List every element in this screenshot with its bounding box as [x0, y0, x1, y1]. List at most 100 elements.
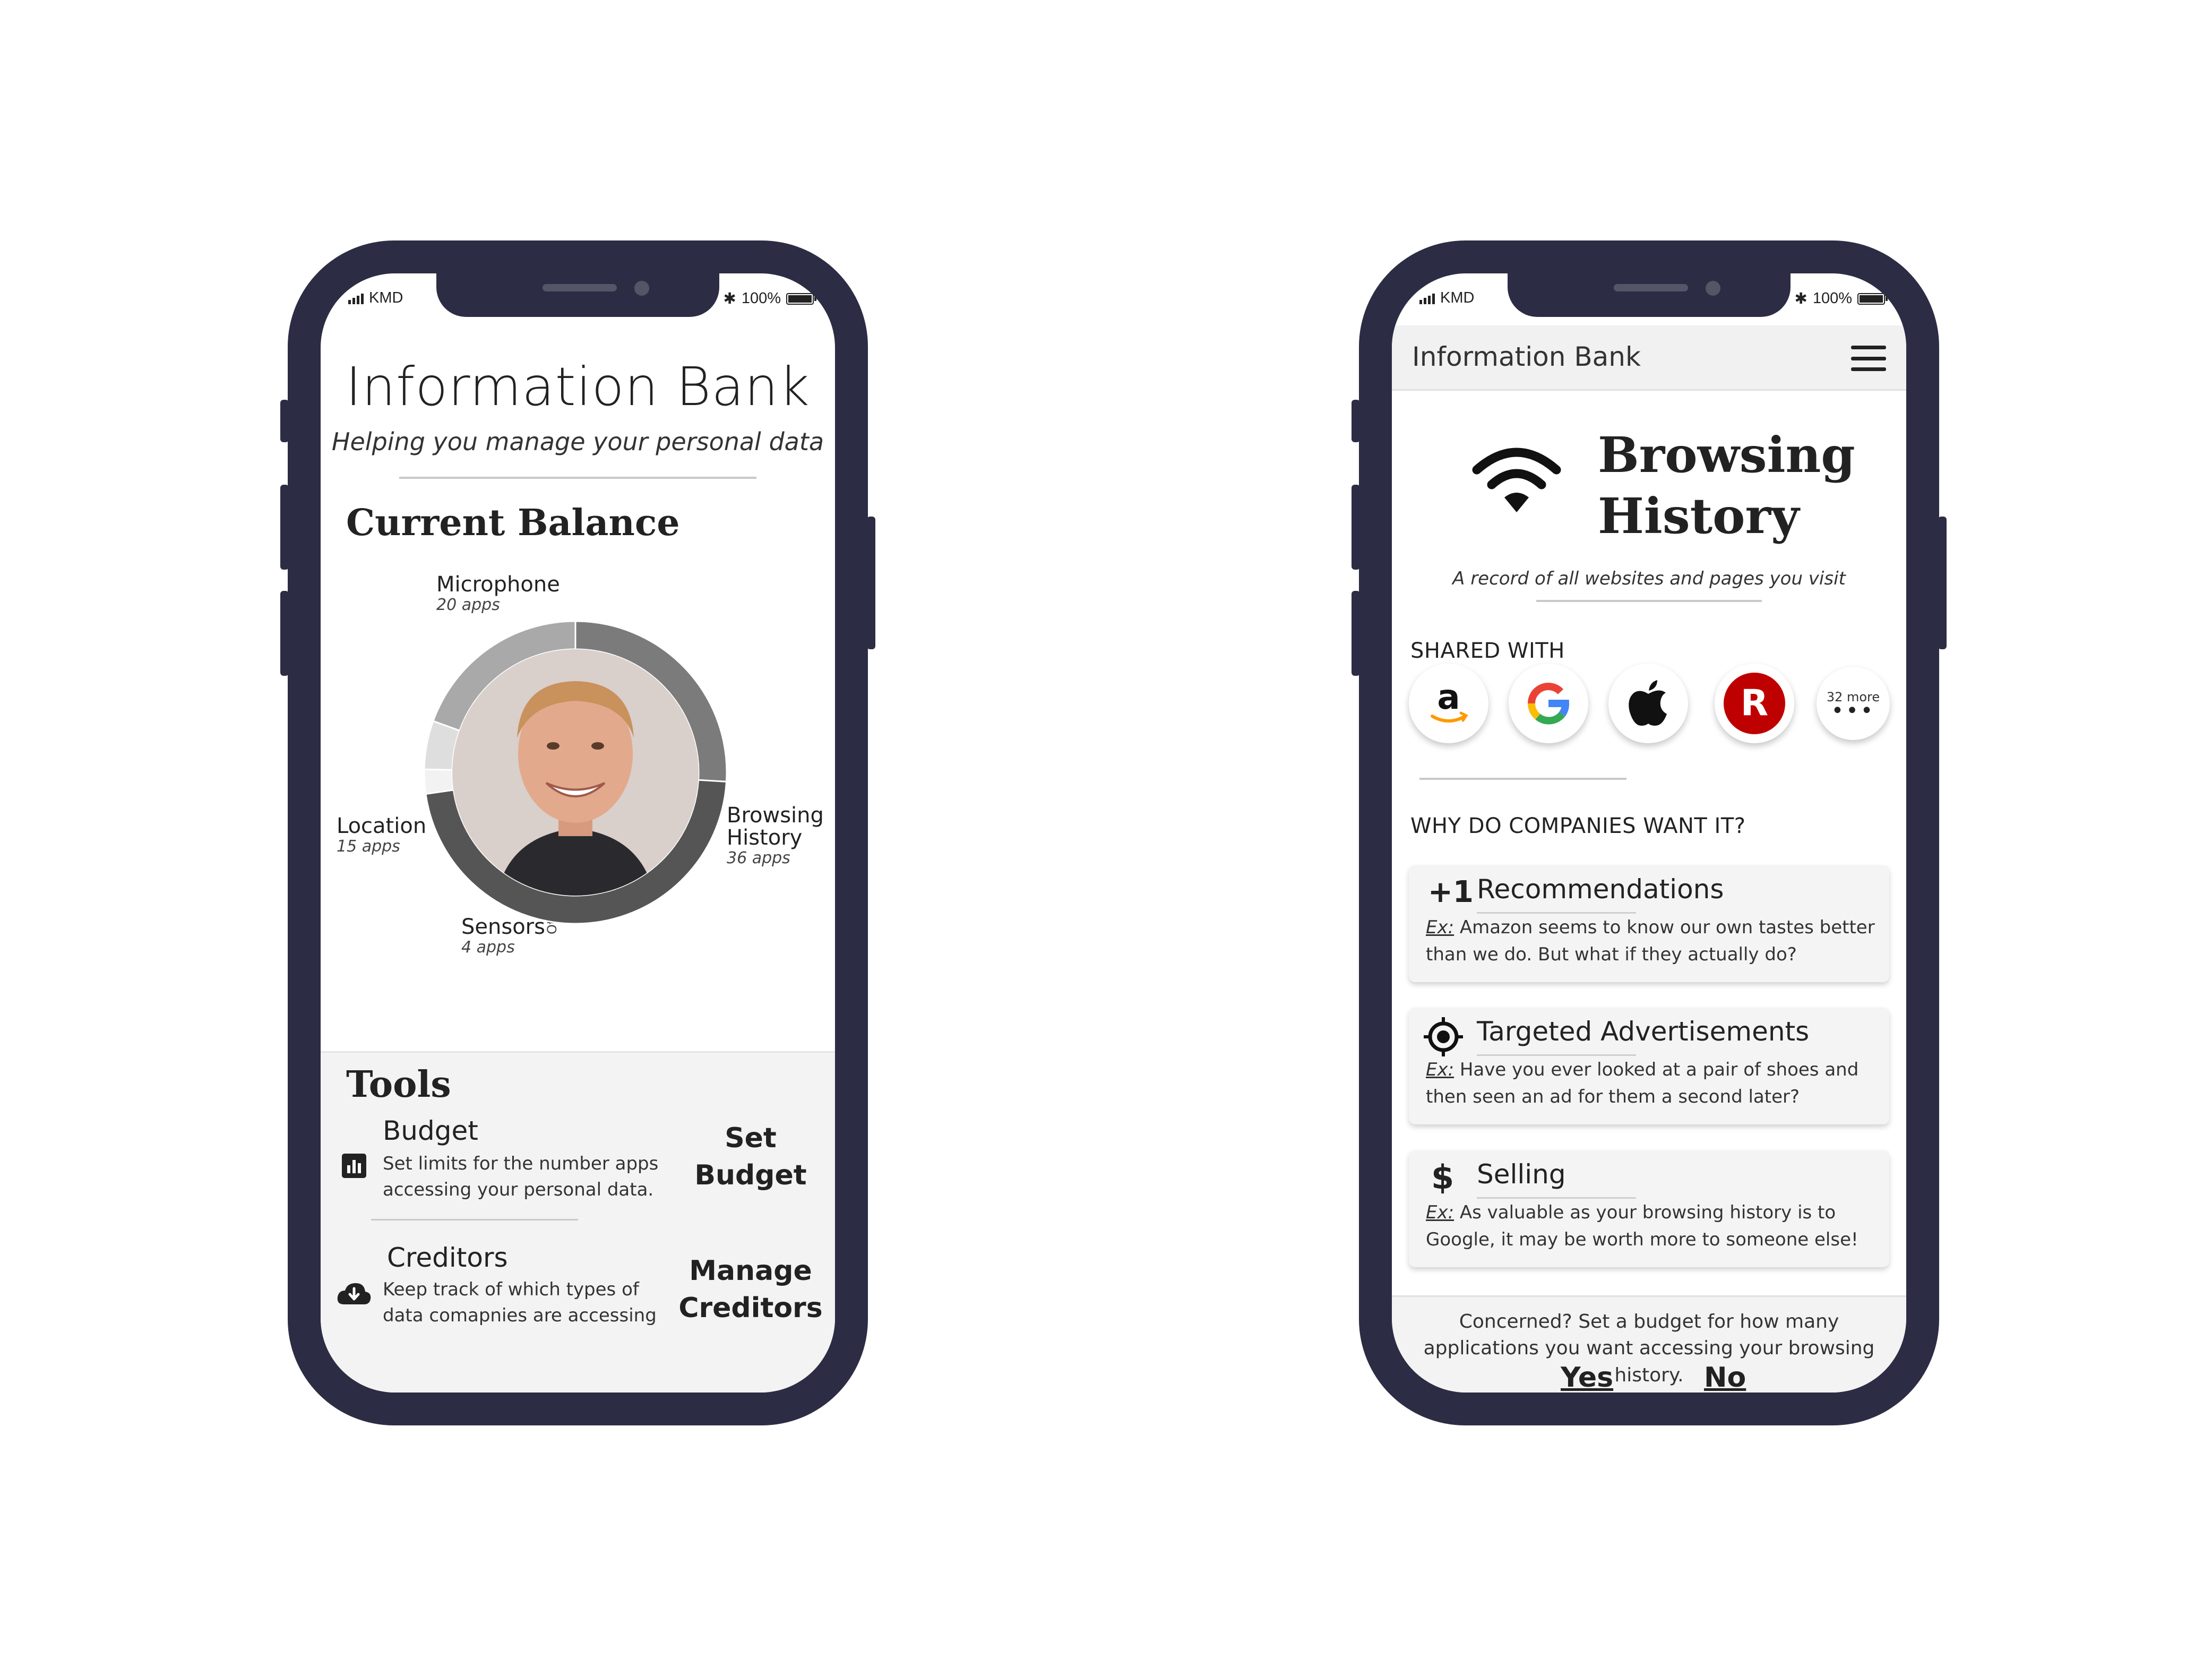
tools-panel: Tools Budget Set limits for the number a…: [321, 1051, 835, 1392]
topic-title-line-2: History: [1598, 487, 1800, 545]
status-bar-left: KMD: [348, 289, 403, 307]
reason-title-underline: [1477, 912, 1636, 914]
rakuten-logo-button[interactable]: R: [1715, 664, 1794, 743]
volume-down-button: [1352, 591, 1360, 676]
donut-label-microphone[interactable]: Microphone 20 apps: [436, 573, 560, 614]
notch: [436, 273, 719, 317]
detail-screen: KMD ✱ 100% Information Bank Browsing His…: [1392, 273, 1906, 1392]
phone-home: KMD ✱ 100% Information Bank Helping you …: [280, 240, 875, 1425]
reason-title-underline: [1477, 1197, 1636, 1199]
power-button: [867, 517, 875, 649]
amazon-letter: a: [1437, 678, 1460, 717]
rakuten-icon: R: [1724, 673, 1785, 734]
manage-creditors-line-2: Creditors: [678, 1292, 823, 1325]
example-label: Ex:: [1426, 917, 1454, 938]
status-bar-right: ✱ 100%: [1794, 289, 1888, 308]
reason-card-targeted-ads[interactable]: Targeted Advertisements Ex: Have you eve…: [1409, 1008, 1889, 1124]
segment-count: 15 apps: [337, 837, 400, 856]
signal-icon: [348, 293, 364, 304]
yes-button[interactable]: Yes: [1561, 1362, 1613, 1392]
tools-title: Tools: [346, 1063, 451, 1106]
no-button[interactable]: No: [1704, 1362, 1746, 1392]
signal-icon: [1419, 293, 1435, 304]
set-budget-button[interactable]: Set Budget: [671, 1119, 830, 1194]
topic-divider: [1536, 600, 1762, 602]
segment-name-line-2: History: [727, 826, 803, 850]
tools-divider: [371, 1219, 578, 1220]
title-divider: [399, 477, 756, 479]
volume-up-button: [280, 485, 289, 570]
budget-tool-description: Set limits for the number apps accessing…: [383, 1153, 659, 1201]
shared-divider: [1419, 778, 1626, 780]
budget-prompt-text: Concerned? Set a budget for how many app…: [1423, 1311, 1875, 1386]
reason-title-underline: [1477, 1054, 1636, 1056]
status-bar-right: ✱ 100%: [723, 289, 816, 308]
reason-title: Recommendations: [1477, 874, 1724, 905]
reason-title: Targeted Advertisements: [1477, 1016, 1810, 1047]
topic-subtitle: A record of all websites and pages you v…: [1452, 568, 1846, 589]
bar-chart-icon: [342, 1154, 366, 1178]
budget-prompt-footer: Concerned? Set a budget for how many app…: [1392, 1295, 1906, 1392]
hamburger-menu-icon[interactable]: [1851, 346, 1886, 371]
app-header: Information Bank: [1392, 325, 1906, 391]
topic-title: Browsing History: [1598, 425, 1855, 547]
set-budget-line-1: Set: [725, 1122, 777, 1154]
example-text: Amazon seems to know our own tastes bett…: [1426, 917, 1875, 965]
notch: [1508, 273, 1791, 317]
wifi-icon: [1472, 448, 1561, 512]
segment-count: 20 apps: [436, 596, 500, 614]
example-text: Have you ever looked at a pair of shoes …: [1426, 1059, 1859, 1107]
volume-down-button: [280, 591, 289, 676]
example-label: Ex:: [1426, 1059, 1454, 1080]
manage-creditors-line-1: Manage: [689, 1255, 812, 1287]
shared-with-label: SHARED WITH: [1410, 639, 1565, 663]
amazon-logo-button[interactable]: a: [1409, 664, 1488, 743]
manage-creditors-button[interactable]: Manage Creditors: [671, 1252, 830, 1327]
segment-name-line-1: Browsing: [727, 803, 824, 828]
carrier-label: KMD: [1440, 289, 1475, 306]
power-button: [1938, 517, 1947, 649]
balance-title: Current Balance: [346, 502, 680, 544]
battery-percent: 100%: [741, 290, 781, 307]
set-budget-line-2: Budget: [694, 1159, 807, 1192]
cloud-download-icon: [337, 1283, 371, 1304]
example-text: As valuable as your browsing history is …: [1426, 1202, 1858, 1250]
ellipsis-icon: •••: [1831, 699, 1875, 723]
bluetooth-icon: ✱: [723, 290, 736, 307]
amazon-icon: a: [1431, 678, 1468, 723]
segment-count: 36 apps: [727, 849, 790, 867]
rakuten-letter: R: [1741, 682, 1768, 724]
reason-body: Ex: As valuable as your browsing history…: [1426, 1199, 1877, 1253]
segment-count: 4 apps: [461, 938, 515, 957]
donut-segment-other[interactable]: [423, 768, 455, 795]
segment-name: Location: [337, 814, 427, 838]
header-title: Information Bank: [1412, 341, 1641, 372]
battery-icon: [1857, 293, 1888, 305]
apple-logo-button[interactable]: [1608, 664, 1688, 743]
dollar-icon: $: [1431, 1158, 1454, 1197]
apple-icon: [1629, 680, 1667, 726]
why-label: WHY DO COMPANIES WANT IT?: [1410, 814, 1746, 838]
app-title: Information Bank: [346, 356, 810, 418]
mute-switch: [1352, 400, 1360, 442]
bluetooth-icon: ✱: [1794, 290, 1808, 307]
creditors-tool-name: Creditors: [387, 1242, 508, 1273]
donut-label-browsing-history[interactable]: Browsing History 36 apps: [727, 804, 824, 867]
mute-switch: [280, 400, 289, 442]
google-logo-button[interactable]: [1509, 664, 1588, 743]
battery-icon: [786, 293, 816, 305]
example-label: Ex:: [1426, 1202, 1454, 1223]
app-subtitle: Helping you manage your personal data: [331, 427, 824, 456]
carrier-label: KMD: [369, 289, 403, 306]
battery-percent: 100%: [1812, 290, 1852, 307]
status-bar-left: KMD: [1419, 289, 1474, 307]
segment-name: Microphone: [436, 572, 560, 597]
reason-card-selling[interactable]: $ Selling Ex: As valuable as your browsi…: [1409, 1150, 1889, 1267]
google-icon: [1527, 683, 1569, 725]
balance-donut-chart[interactable]: [416, 613, 735, 932]
donut-label-location[interactable]: Location 15 apps: [337, 815, 426, 856]
more-companies-button[interactable]: 32 more •••: [1817, 667, 1890, 740]
creditors-tool-description: Keep track of which types of data comapn…: [383, 1279, 657, 1327]
reason-card-recommendations[interactable]: +1 Recommendations Ex: Amazon seems to k…: [1409, 865, 1889, 982]
reason-body: Ex: Amazon seems to know our own tastes …: [1426, 914, 1877, 968]
